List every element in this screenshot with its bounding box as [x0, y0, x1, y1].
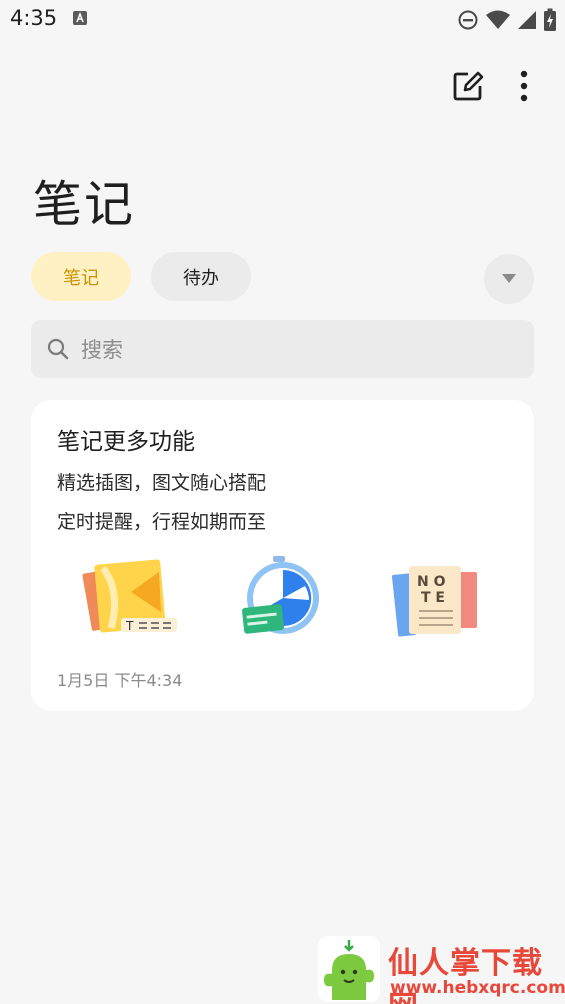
dnd-icon	[458, 10, 478, 30]
note-line: 定时提醒，行程如期而至	[57, 511, 267, 533]
tab-todo[interactable]: 待办	[151, 252, 251, 301]
svg-text:T: T	[125, 619, 134, 633]
note-title: 笔记更多功能	[57, 429, 195, 455]
svg-text:N O: N O	[417, 574, 446, 590]
more-vertical-icon	[520, 70, 528, 102]
folder-dropdown-button[interactable]	[484, 254, 534, 304]
status-icons	[457, 8, 557, 32]
more-options-button[interactable]	[504, 66, 544, 106]
triangle-down-icon	[502, 274, 516, 283]
edit-icon	[453, 71, 484, 101]
new-note-button[interactable]	[448, 66, 488, 106]
search-icon	[47, 338, 69, 360]
wifi-icon	[486, 10, 510, 29]
a-keyboard-icon	[73, 11, 87, 25]
search-input[interactable]	[79, 320, 503, 380]
tab-notes[interactable]: 笔记	[31, 252, 131, 301]
note-card[interactable]: 笔记更多功能 精选插图，图文随心搭配 定时提醒，行程如期而至 T N O T E…	[31, 400, 534, 711]
status-time: 4:35	[10, 6, 58, 30]
page-title: 笔记	[33, 176, 136, 233]
watermark: 仙人掌下载网 www.hebxqrc.com	[318, 934, 565, 1004]
note-date: 1月5日 下午4:34	[57, 671, 183, 690]
watermark-url: www.hebxqrc.com	[390, 978, 565, 998]
cactus-logo-icon	[318, 936, 380, 1002]
image-text-illustration: T	[82, 559, 177, 633]
reminder-clock-illustration	[242, 556, 319, 634]
battery-icon	[544, 8, 556, 31]
status-bar: 4:35	[0, 0, 565, 40]
signal-icon	[518, 11, 536, 29]
notes-screen: 4:35 笔记 笔记 待办 搜索 笔记更多功能 精选插图，图文随心搭配 定时提醒…	[0, 0, 565, 1004]
note-line: 精选插图，图文随心搭配	[57, 472, 267, 494]
search-bar[interactable]	[31, 320, 534, 380]
svg-text:T E: T E	[421, 590, 445, 606]
note-book-illustration: N O T E	[392, 566, 477, 637]
